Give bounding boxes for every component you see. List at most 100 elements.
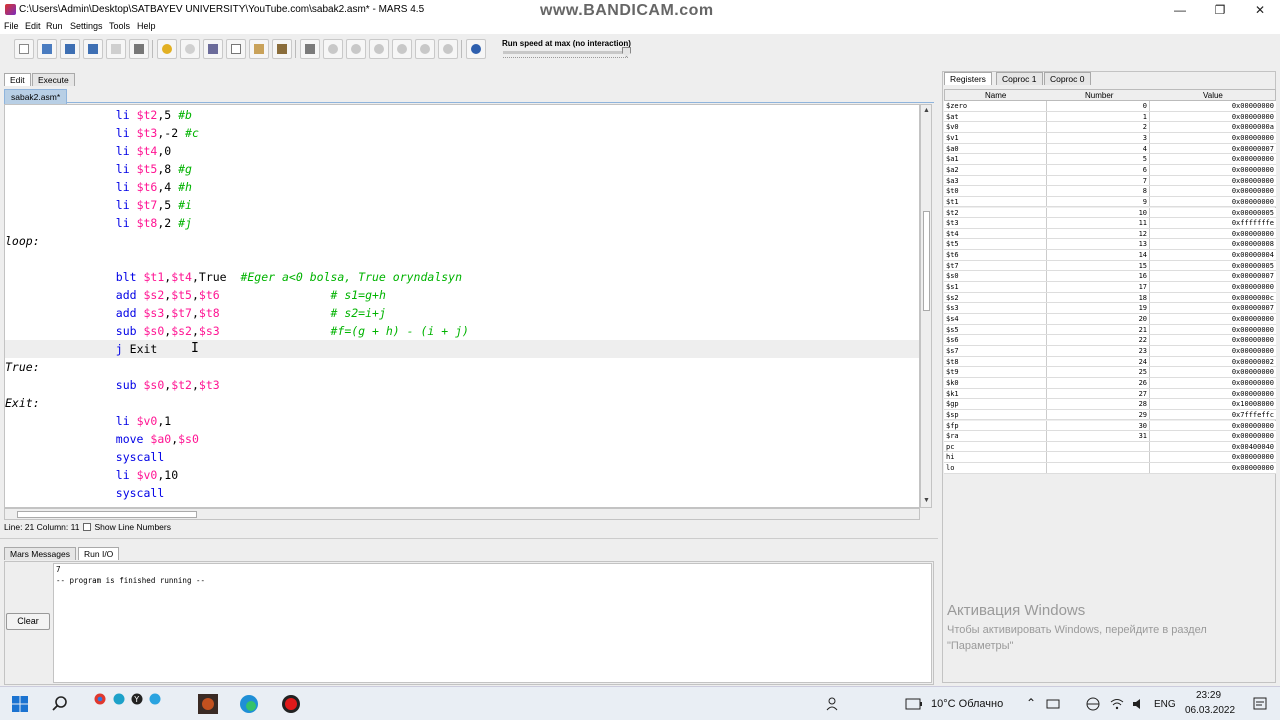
register-row[interactable]: $t7 15 0x00000005 <box>944 260 1276 272</box>
register-row[interactable]: $s0 16 0x00000007 <box>944 271 1276 283</box>
minimize-button[interactable]: — <box>1160 0 1200 20</box>
code-editor[interactable]: li $t2,5 #b li $t3,-2 #c li $t4,0 li $t5… <box>4 104 920 508</box>
register-row[interactable]: $zero 0 0x00000000 <box>944 101 1276 112</box>
clock-date[interactable]: 06.03.2022 <box>1185 705 1235 716</box>
tab-run-io[interactable]: Run I/O <box>78 547 120 560</box>
register-row[interactable]: $fp 30 0x00000000 <box>944 420 1276 432</box>
run-button[interactable] <box>323 39 343 59</box>
register-row[interactable]: $t9 25 0x00000000 <box>944 367 1276 378</box>
tab-execute[interactable]: Execute <box>32 73 75 86</box>
dump-memory-button[interactable] <box>106 39 126 59</box>
show-line-numbers-checkbox[interactable] <box>83 523 92 531</box>
edge-browser-icon[interactable] <box>239 694 259 714</box>
register-row[interactable]: $a2 6 0x00000000 <box>944 164 1276 176</box>
tab-coproc1[interactable]: Coproc 1 <box>996 72 1043 85</box>
wifi-icon[interactable] <box>1110 697 1124 711</box>
tab-registers[interactable]: Registers <box>944 72 992 85</box>
register-row[interactable]: $gp 28 0x10008000 <box>944 399 1276 410</box>
redo-button[interactable] <box>180 39 200 59</box>
editor-horizontal-scroll-thumb[interactable] <box>17 511 197 518</box>
register-row[interactable]: $t0 8 0x00000000 <box>944 186 1276 197</box>
scroll-up-icon[interactable]: ▲ <box>923 107 930 114</box>
menu-file[interactable]: File <box>4 21 19 31</box>
register-row[interactable]: $s1 17 0x00000000 <box>944 282 1276 293</box>
register-row[interactable]: $at 1 0x00000000 <box>944 111 1276 123</box>
editor-vertical-scrollbar[interactable]: ▲ ▼ <box>920 104 932 508</box>
menu-edit[interactable]: Edit <box>25 21 41 31</box>
register-row[interactable]: $t5 13 0x00000008 <box>944 239 1276 251</box>
register-row[interactable]: $v0 2 0x0000000a <box>944 122 1276 133</box>
register-row[interactable]: pc 0x00400040 <box>944 441 1276 453</box>
register-row[interactable]: lo 0x00000000 <box>944 463 1276 474</box>
reset-button[interactable] <box>438 39 458 59</box>
editor-horizontal-scrollbar[interactable] <box>4 508 920 520</box>
close-button[interactable]: ✕ <box>1240 0 1280 20</box>
yandex-icon[interactable]: Y <box>131 693 143 705</box>
edge-icon[interactable] <box>113 693 125 705</box>
open-file-button[interactable] <box>37 39 57 59</box>
clear-button[interactable]: Clear <box>6 613 50 630</box>
language-indicator[interactable]: ENG <box>1154 699 1176 710</box>
copy-button[interactable] <box>226 39 246 59</box>
battery-icon[interactable] <box>905 697 923 711</box>
maximize-button[interactable]: ❐ <box>1200 0 1240 20</box>
column-value[interactable]: Value <box>1203 91 1223 100</box>
register-row[interactable]: $v1 3 0x00000000 <box>944 132 1276 144</box>
print-button[interactable] <box>129 39 149 59</box>
register-row[interactable]: $s4 20 0x00000000 <box>944 314 1276 325</box>
editor-vertical-scroll-thumb[interactable] <box>923 211 930 311</box>
clock-time[interactable]: 23:29 <box>1196 690 1221 701</box>
register-row[interactable]: $k1 27 0x00000000 <box>944 388 1276 400</box>
assemble-button[interactable] <box>300 39 320 59</box>
register-row[interactable]: $ra 31 0x00000000 <box>944 431 1276 442</box>
tab-mars-messages[interactable]: Mars Messages <box>4 547 76 560</box>
globe-icon[interactable] <box>1086 697 1100 711</box>
weather-text[interactable]: 10°C Облачно <box>931 698 1003 710</box>
backstep-button[interactable] <box>369 39 389 59</box>
register-row[interactable]: $s2 18 0x0000000c <box>944 292 1276 304</box>
register-row[interactable]: $s7 23 0x00000000 <box>944 345 1276 357</box>
register-row[interactable]: $a0 4 0x00000007 <box>944 143 1276 155</box>
register-row[interactable]: $a1 5 0x00000000 <box>944 154 1276 165</box>
register-row[interactable]: $s6 22 0x00000000 <box>944 335 1276 346</box>
split-divider[interactable] <box>0 538 938 542</box>
column-name[interactable]: Name <box>985 91 1006 100</box>
chevron-up-icon[interactable]: ⌃ <box>1026 696 1036 710</box>
register-row[interactable]: $sp 29 0x7fffeffc <box>944 409 1276 421</box>
tab-edit[interactable]: Edit <box>4 73 31 86</box>
network-icon[interactable] <box>1046 697 1060 711</box>
register-row[interactable]: $t4 12 0x00000000 <box>944 228 1276 240</box>
save-as-button[interactable] <box>83 39 103 59</box>
register-row[interactable]: $t1 9 0x00000000 <box>944 196 1276 208</box>
register-row[interactable]: $t8 24 0x00000002 <box>944 356 1276 368</box>
menu-run[interactable]: Run <box>46 21 63 31</box>
register-row[interactable]: $t6 14 0x00000004 <box>944 250 1276 261</box>
windows-start-icon[interactable] <box>11 695 29 713</box>
notification-icon[interactable] <box>1252 696 1268 712</box>
bandicam-record-icon[interactable] <box>281 694 301 714</box>
file-tab-sabak2[interactable]: sabak2.asm* <box>4 89 68 104</box>
menu-tools[interactable]: Tools <box>109 21 130 31</box>
column-number[interactable]: Number <box>1085 91 1113 100</box>
register-row[interactable]: $t2 10 0x00000005 <box>944 207 1276 219</box>
new-file-button[interactable] <box>14 39 34 59</box>
tab-coproc0[interactable]: Coproc 0 <box>1044 72 1091 85</box>
register-row[interactable]: $a3 7 0x00000000 <box>944 175 1276 187</box>
chrome-icon[interactable] <box>94 693 106 705</box>
pause-button[interactable] <box>392 39 412 59</box>
mars-taskbar-icon[interactable] <box>198 694 218 714</box>
save-button[interactable] <box>60 39 80 59</box>
step-button[interactable] <box>346 39 366 59</box>
paste-button[interactable] <box>249 39 269 59</box>
register-row[interactable]: $k0 26 0x00000000 <box>944 377 1276 389</box>
register-row[interactable]: $s5 21 0x00000000 <box>944 324 1276 336</box>
telegram-icon[interactable] <box>149 693 161 705</box>
help-button[interactable] <box>466 39 486 59</box>
menu-settings[interactable]: Settings <box>70 21 103 31</box>
register-row[interactable]: $s3 19 0x00000007 <box>944 303 1276 314</box>
stop-button[interactable] <box>415 39 435 59</box>
cut-button[interactable] <box>203 39 223 59</box>
register-row[interactable]: $t3 11 0xfffffffe <box>944 218 1276 229</box>
undo-button[interactable] <box>157 39 177 59</box>
speaker-icon[interactable] <box>1132 697 1146 711</box>
